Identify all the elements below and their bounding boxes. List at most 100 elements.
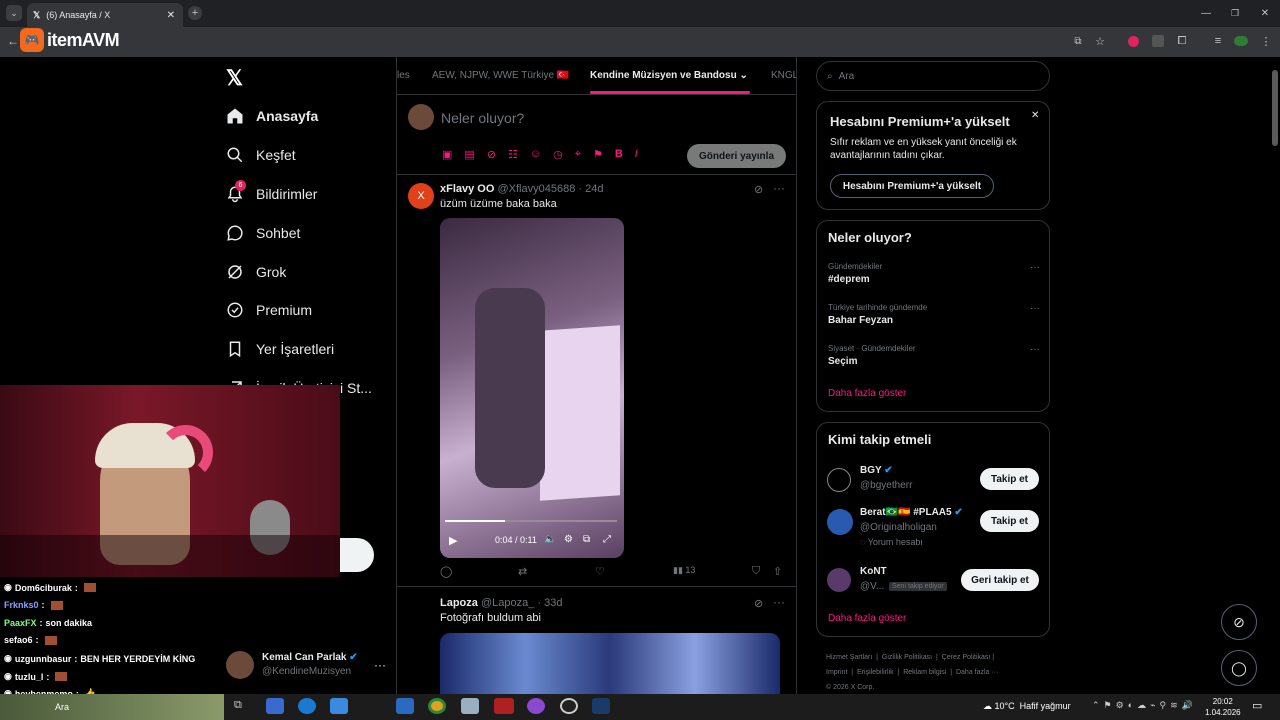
mail-icon[interactable] <box>396 698 414 714</box>
store-icon[interactable] <box>330 698 348 714</box>
close-window-icon[interactable]: ✕ <box>1255 4 1275 22</box>
more-icon[interactable]: ··· <box>1030 262 1040 273</box>
tray-icons[interactable]: ⌃⚑⚙◐☁⌁⚲≋🔊 <box>1092 700 1197 711</box>
scrollbar-thumb[interactable] <box>1272 70 1278 146</box>
fullscreen-icon[interactable]: ⤢ <box>603 534 611 545</box>
footer-link[interactable]: Reklam bilgisi <box>903 669 946 676</box>
nav-item-bookmarks[interactable]: Yer İşaretleri <box>226 334 334 364</box>
grok-icon[interactable]: ⊘ <box>1221 604 1257 640</box>
more-menu-icon[interactable]: ⋮ <box>1260 34 1272 48</box>
tweet[interactable]: X xFlavy OO @Xflavy045688 · 24d ⊘ ··· üz… <box>397 176 796 587</box>
image-icon[interactable]: ▣ <box>442 148 452 161</box>
show-more-link[interactable]: Daha fazla göster <box>828 388 906 399</box>
avatar[interactable]: X <box>408 183 434 209</box>
follow-button[interactable]: Takip et <box>980 468 1039 490</box>
footer-link[interactable]: Çerez Politikası <box>942 654 991 661</box>
tweet-author[interactable]: Lapoza <box>440 597 478 609</box>
more-icon[interactable]: ··· <box>773 181 785 195</box>
steam-icon[interactable] <box>592 698 610 714</box>
follow-back-button[interactable]: Geri takip et <box>961 569 1039 591</box>
minimize-icon[interactable]: — <box>1196 4 1216 22</box>
flag-icon[interactable]: ⚑ <box>593 148 603 161</box>
account-switcher[interactable]: Kemal Can Parlak ✔ @KendineMuzisyen ··· <box>226 648 386 682</box>
grok-icon[interactable]: ⊘ <box>487 148 496 161</box>
footer-link[interactable]: Daha fazla ··· <box>956 669 998 676</box>
location-icon[interactable]: ⌖ <box>575 148 581 161</box>
weather[interactable]: ☁ 10°C Hafif yağmur <box>983 701 1071 712</box>
search-box[interactable]: ⌕ Ara <box>816 61 1050 91</box>
bold-icon[interactable]: B <box>615 148 623 161</box>
play-icon[interactable]: ▶ <box>449 534 457 547</box>
trend-item[interactable]: Gündemdekiler #deprem ··· <box>828 262 1040 285</box>
more-icon[interactable]: ··· <box>374 658 386 672</box>
browser-tab[interactable]: 𝕏 (6) Anasayfa / X ✕ <box>27 3 183 27</box>
obs-icon[interactable] <box>560 698 578 714</box>
nav-item-premium[interactable]: Premium <box>226 295 312 325</box>
footer-link[interactable]: Erişilebilirlik <box>857 669 894 676</box>
tab-aew[interactable]: AEW, NJPW, WWE Türkiye 🇹🇷 <box>432 70 569 81</box>
grok-icon[interactable]: ⊘ <box>754 183 763 196</box>
tab-lists[interactable]: les <box>397 70 410 81</box>
extension-icon[interactable] <box>1152 35 1164 47</box>
premium-button[interactable]: Hesabını Premium+'a yükselt <box>830 174 994 198</box>
footer-link[interactable]: Imprint <box>826 669 847 676</box>
chrome-icon[interactable] <box>428 698 446 714</box>
taskbar-search[interactable]: Ara <box>0 694 224 720</box>
grok-icon[interactable]: ⊘ <box>754 597 763 610</box>
tab-search-icon[interactable]: ⌄ <box>6 5 22 21</box>
app-icon[interactable] <box>494 698 514 714</box>
italic-icon[interactable]: I <box>635 148 638 161</box>
footer-link[interactable]: Gizlilik Politikası <box>882 654 932 661</box>
edge-icon[interactable] <box>298 698 316 714</box>
like-icon[interactable]: ♡ <box>595 565 605 578</box>
puzzle-icon[interactable]: ⧠ <box>1175 34 1189 48</box>
notification-center-icon[interactable]: ▭ <box>1252 699 1262 712</box>
more-icon[interactable]: ··· <box>1030 344 1040 355</box>
follow-item[interactable]: BGY ✔ @bgyetherr Takip et <box>827 465 1041 495</box>
trend-item[interactable]: Türkiye tarihinde gündemde Bahar Feyzan … <box>828 303 1040 326</box>
footer-link[interactable]: Hizmet Şartları <box>826 654 872 661</box>
poll-icon[interactable]: ☷ <box>508 148 518 161</box>
nav-item-explore[interactable]: Keşfet <box>226 140 296 170</box>
close-tab-icon[interactable]: ✕ <box>167 10 175 21</box>
install-icon[interactable]: ⧉ <box>1072 35 1084 47</box>
tab-kendine[interactable]: Kendine Müzisyen ve Bandosu ⌄ <box>590 70 748 81</box>
nav-item-notifications[interactable]: 6 Bildirimler <box>226 179 317 209</box>
close-icon[interactable]: ✕ <box>1031 110 1039 121</box>
gif-icon[interactable]: ▤ <box>464 148 474 161</box>
reply-icon[interactable]: ◯ <box>440 565 452 578</box>
settings-icon[interactable]: ⚙ <box>564 534 573 545</box>
composer-input[interactable]: Neler oluyor? <box>441 110 524 126</box>
x-logo-icon[interactable]: 𝕏 <box>226 66 248 90</box>
emoji-icon[interactable]: ☺ <box>530 148 541 161</box>
show-more-link[interactable]: Daha fazla göster <box>828 613 906 624</box>
tweet-author[interactable]: xFlavy OO <box>440 183 494 195</box>
extension-red-icon[interactable] <box>1128 36 1139 47</box>
bookmark-icon[interactable]: ⛉ <box>752 565 760 578</box>
back-icon[interactable]: ← <box>6 34 20 48</box>
more-icon[interactable]: ··· <box>773 595 785 609</box>
search-input[interactable]: Ara <box>55 702 69 712</box>
nav-item-grok[interactable]: Grok <box>226 257 286 287</box>
clock[interactable]: 20:02 1.04.2026 <box>1205 696 1241 718</box>
post-button-partial[interactable] <box>340 538 374 572</box>
messages-icon[interactable]: ◯ <box>1221 650 1257 686</box>
copilot-icon[interactable] <box>266 698 284 714</box>
new-tab-icon[interactable]: + <box>188 6 202 20</box>
star-icon[interactable]: ☆ <box>1094 35 1106 48</box>
follow-item[interactable]: KoNT @V... Seni takip ediyor Geri takip … <box>827 566 1041 596</box>
menu-list-icon[interactable]: ≡ <box>1211 34 1225 48</box>
follow-button[interactable]: Takip et <box>980 510 1039 532</box>
tab-kngl[interactable]: KNGL <box>771 70 796 81</box>
tweet[interactable]: Lapoza @Lapoza_ · 33d ⊘ ··· Fotoğrafı bu… <box>397 588 796 696</box>
retweet-icon[interactable]: ⇄ <box>518 565 527 578</box>
tweet-video[interactable]: ▶ 0:04 / 0:11 🔈 ⚙ ⧉ ⤢ <box>440 218 624 558</box>
maximize-icon[interactable]: ❐ <box>1225 4 1245 22</box>
pip-icon[interactable]: ⧉ <box>583 534 590 545</box>
task-view-icon[interactable]: ⧉ <box>234 699 242 712</box>
trend-item[interactable]: Siyaset · Gündemdekiler Seçim ··· <box>828 344 1040 367</box>
search-input[interactable]: Ara <box>839 71 855 82</box>
video-progress[interactable] <box>445 520 617 522</box>
nav-item-chat[interactable]: Sohbet <box>226 218 300 248</box>
views[interactable]: ▮▮ 13 <box>673 565 695 576</box>
